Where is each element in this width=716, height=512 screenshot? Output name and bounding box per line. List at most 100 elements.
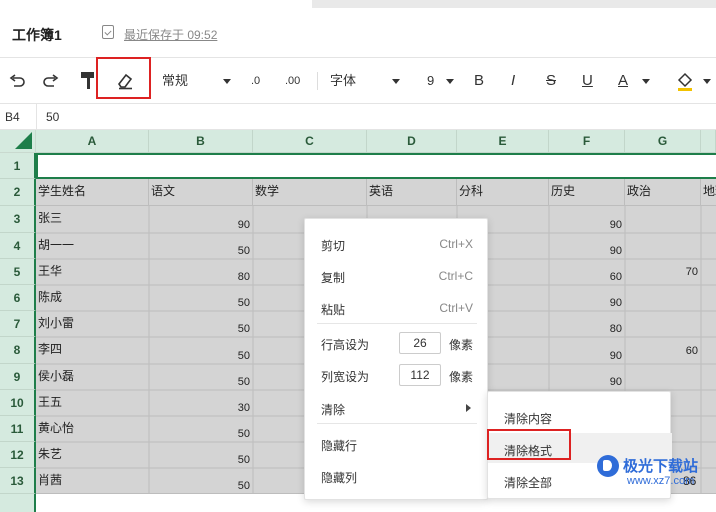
menu-item-clear[interactable]: 清除 (305, 393, 489, 423)
font-color-button[interactable]: A (618, 70, 628, 92)
strikethrough-button[interactable]: S (546, 70, 556, 92)
row-height-input[interactable]: 26 (399, 332, 441, 354)
name-cell[interactable]: 胡一一 (36, 233, 149, 259)
column-header-g[interactable]: G (625, 130, 701, 153)
format-painter-icon[interactable] (80, 71, 96, 91)
header-cell[interactable]: 英语 (367, 179, 457, 206)
workbook-title[interactable]: 工作簿1 (12, 25, 62, 45)
number-format-select[interactable]: 常规 (162, 70, 188, 92)
student-name: 胡一一 (38, 238, 75, 252)
row-header-6[interactable]: 6 (0, 285, 36, 311)
font-family-caret[interactable] (392, 79, 400, 84)
column-header-f[interactable]: F (549, 130, 625, 153)
header-cell[interactable]: 地理 (701, 179, 716, 206)
row-header-1[interactable]: 1 (0, 153, 36, 179)
increase-decimal-button[interactable]: .00 (285, 70, 300, 92)
row-header-3[interactable]: 3 (0, 206, 36, 233)
column-header-d[interactable]: D (367, 130, 457, 153)
menu-item-col-width[interactable]: 列宽设为 112 像素 (305, 360, 489, 390)
column-header-c[interactable]: C (253, 130, 367, 153)
row-header-9[interactable]: 9 (0, 364, 36, 390)
font-size-select[interactable]: 9 (427, 70, 434, 92)
chinese-score-cell[interactable]: 50 (149, 233, 253, 259)
name-cell[interactable]: 朱艺 (36, 442, 149, 468)
name-cell[interactable]: 陈成 (36, 285, 149, 311)
column-header-a[interactable]: A (36, 130, 149, 153)
name-cell[interactable]: 刘小雷 (36, 311, 149, 337)
menu-item-cut[interactable]: 剪切 Ctrl+X (305, 229, 489, 259)
save-status[interactable]: 最近保存于 09:52 (124, 26, 217, 43)
name-cell[interactable]: 黄心怡 (36, 416, 149, 442)
row-header-7[interactable]: 7 (0, 311, 36, 337)
row-header-4[interactable]: 4 (0, 233, 36, 259)
name-cell[interactable]: 侯小磊 (36, 364, 149, 390)
row-header-13[interactable]: 13 (0, 468, 36, 494)
menu-item-hide-row[interactable]: 隐藏行 (305, 429, 489, 459)
row-header-14[interactable] (0, 494, 36, 512)
row-header-5[interactable]: 5 (0, 259, 36, 285)
politics-score-cell[interactable]: 70 (625, 259, 701, 285)
history-score-cell[interactable]: 90 (549, 337, 625, 364)
chinese-score-cell[interactable]: 80 (149, 259, 253, 285)
header-cell[interactable]: 语文 (149, 179, 253, 206)
menu-item-copy[interactable]: 复制 Ctrl+C (305, 261, 489, 291)
history-score-cell[interactable]: 90 (549, 233, 625, 259)
menu-item-hide-col[interactable]: 隐藏列 (305, 461, 489, 491)
header-cell[interactable]: 数学 (253, 179, 367, 206)
chinese-score-cell[interactable]: 50 (149, 285, 253, 311)
column-header-h[interactable] (701, 130, 716, 153)
history-score-cell[interactable]: 90 (549, 206, 625, 233)
header-cell[interactable]: 政治 (625, 179, 701, 206)
header-cell[interactable]: 历史 (549, 179, 625, 206)
history-score-cell[interactable]: 90 (549, 364, 625, 390)
name-cell[interactable]: 肖茜 (36, 468, 149, 494)
row-header-8[interactable]: 8 (0, 337, 36, 364)
font-size-caret[interactable] (446, 79, 454, 84)
underline-button[interactable]: U (582, 70, 593, 92)
redo-icon[interactable] (42, 72, 60, 90)
menu-item-paste[interactable]: 粘贴 Ctrl+V (305, 293, 489, 323)
name-cell[interactable]: 王华 (36, 259, 149, 285)
undo-icon[interactable] (8, 72, 26, 90)
font-family-select[interactable]: 字体 (330, 70, 356, 92)
column-header-e[interactable]: E (457, 130, 549, 153)
politics-score-cell[interactable]: 60 (625, 337, 701, 364)
history-score-cell[interactable]: 90 (549, 285, 625, 311)
name-cell[interactable]: 张三 (36, 206, 149, 233)
fill-bucket-icon[interactable] (676, 71, 694, 91)
name-cell[interactable]: 王五 (36, 390, 149, 416)
row-header-12[interactable]: 12 (0, 442, 36, 468)
history-score-cell[interactable]: 60 (549, 259, 625, 285)
chinese-score-cell[interactable]: 90 (149, 206, 253, 233)
chinese-score-cell[interactable]: 50 (149, 442, 253, 468)
italic-button[interactable]: I (511, 70, 515, 92)
menu-item-row-height[interactable]: 行高设为 26 像素 (305, 328, 489, 358)
bold-button[interactable]: B (474, 70, 484, 92)
cell-reference[interactable]: B4 (0, 104, 37, 130)
row-header-2[interactable]: 2 (0, 179, 36, 206)
chinese-score-cell[interactable]: 50 (149, 468, 253, 494)
name-cell[interactable]: 李四 (36, 337, 149, 364)
score-value: 90 (609, 376, 622, 388)
chinese-score-cell[interactable]: 50 (149, 337, 253, 364)
header-cell[interactable]: 分科 (457, 179, 549, 206)
chinese-score-cell[interactable]: 30 (149, 390, 253, 416)
submenu-item-clear-content[interactable]: 清除内容 (488, 401, 672, 431)
chinese-score-cell[interactable]: 50 (149, 311, 253, 337)
col-width-input[interactable]: 112 (399, 364, 441, 386)
decrease-decimal-button[interactable]: .0 (251, 70, 260, 92)
select-all-corner[interactable] (0, 130, 36, 153)
score-value: 50 (237, 297, 250, 309)
column-header-b[interactable]: B (149, 130, 253, 153)
fill-color-caret[interactable] (703, 79, 711, 84)
chinese-score-cell[interactable]: 50 (149, 416, 253, 442)
score-value: 90 (609, 219, 622, 231)
font-color-caret[interactable] (642, 79, 650, 84)
formula-input[interactable]: 50 (46, 104, 59, 130)
row-header-11[interactable]: 11 (0, 416, 36, 442)
number-format-caret[interactable] (223, 79, 231, 84)
header-cell[interactable]: 学生姓名 (36, 179, 149, 206)
row-header-10[interactable]: 10 (0, 390, 36, 416)
history-score-cell[interactable]: 80 (549, 311, 625, 337)
chinese-score-cell[interactable]: 50 (149, 364, 253, 390)
